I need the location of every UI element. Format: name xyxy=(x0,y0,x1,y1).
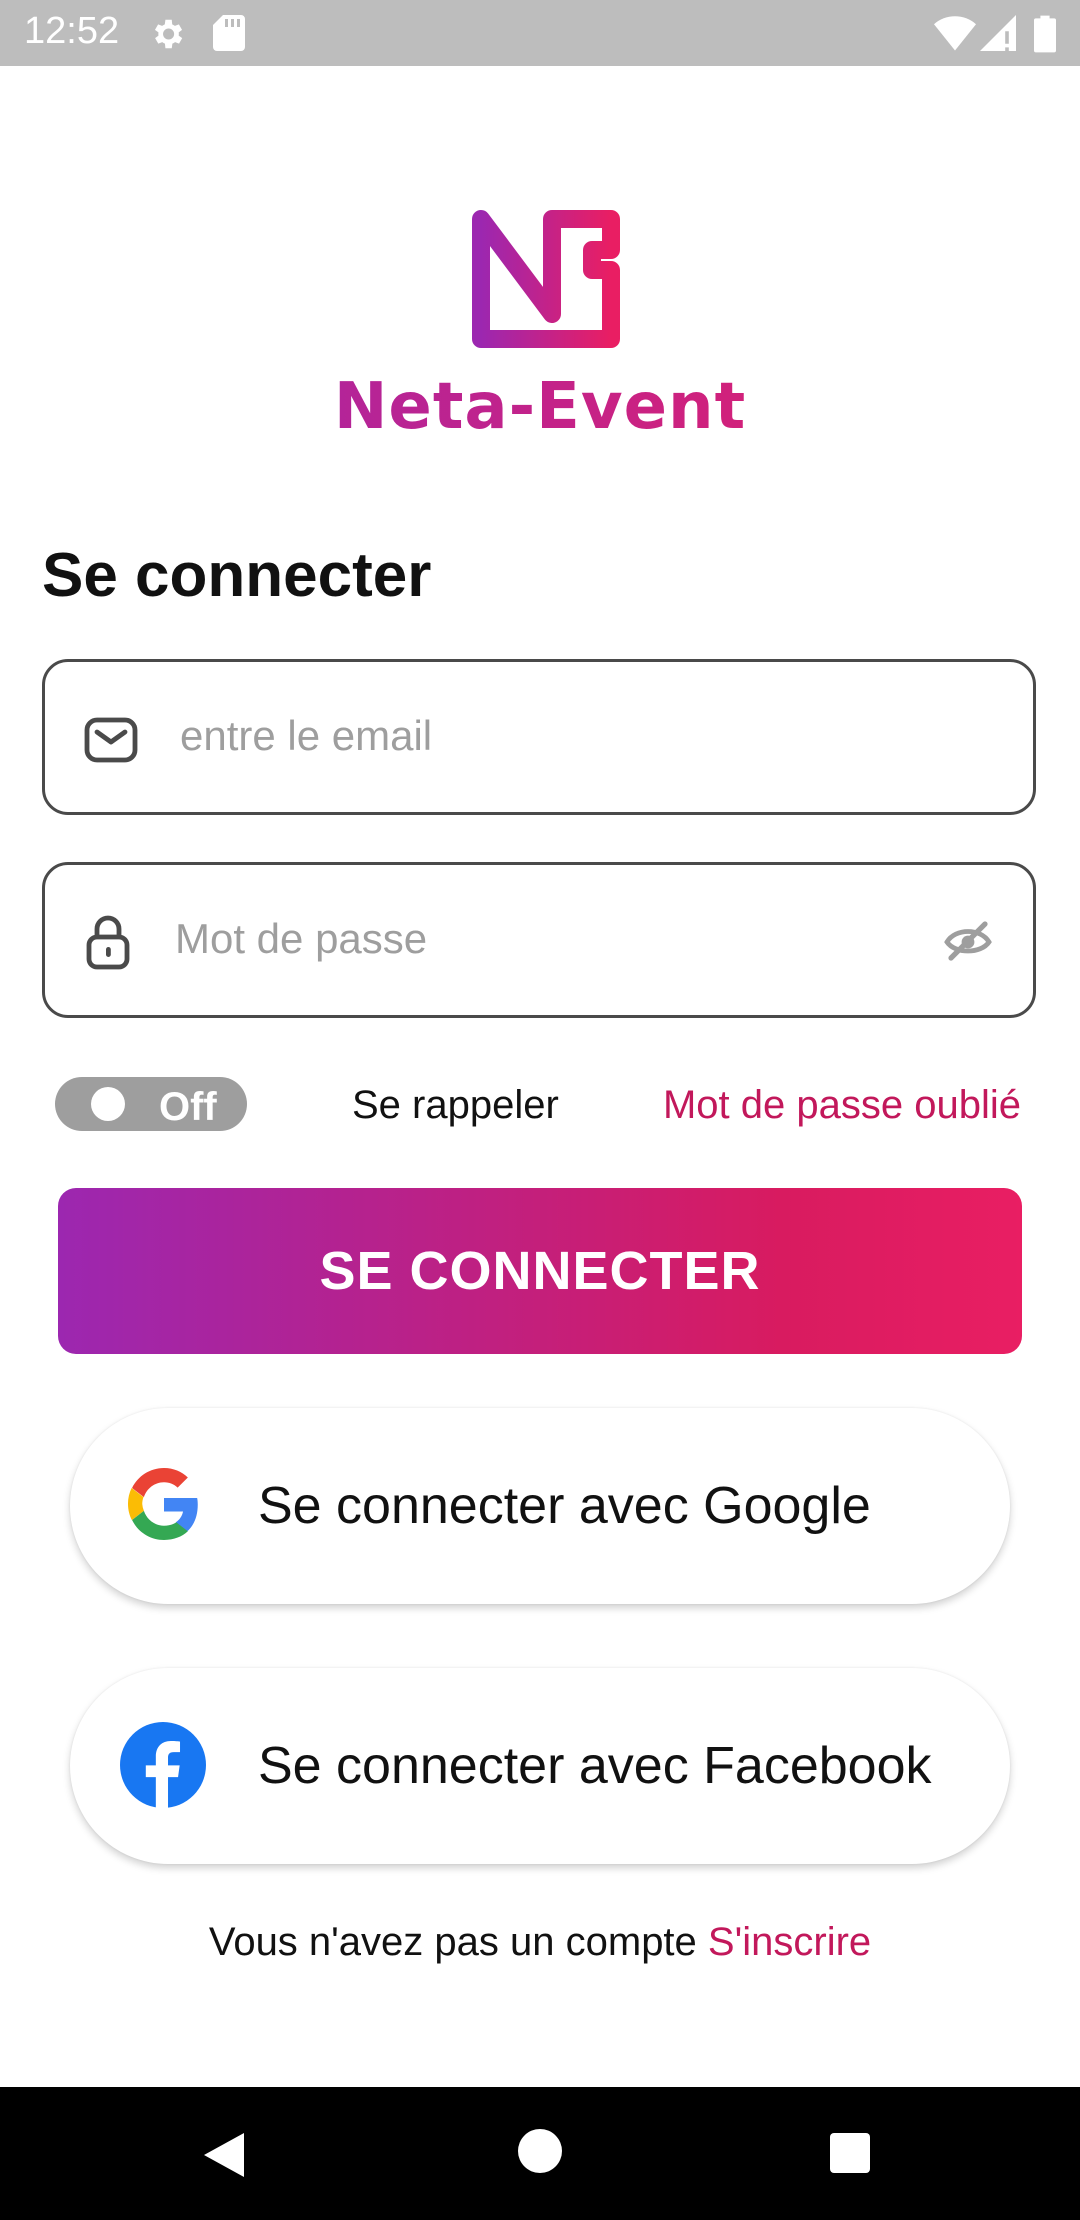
password-field[interactable]: Mot de passe xyxy=(42,862,1036,1018)
wifi-icon xyxy=(934,15,976,56)
battery-icon xyxy=(1034,15,1056,58)
back-icon[interactable] xyxy=(200,2129,248,2186)
email-placeholder: entre le email xyxy=(180,712,433,759)
brand-name: Neta-Event xyxy=(0,370,1080,444)
toggle-state-label: off xyxy=(159,1085,217,1129)
recents-icon[interactable] xyxy=(828,2131,872,2180)
signup-text: Vous n'avez pas un compte xyxy=(208,1920,697,1964)
options-row: off Se rappeler Mot de passe oublié xyxy=(0,1075,1080,1135)
google-login-label: Se connecter avec Google xyxy=(258,1477,871,1535)
page-title: Se connecter xyxy=(42,541,432,610)
sd-card-icon xyxy=(213,15,245,56)
signup-link[interactable]: S'inscrire xyxy=(708,1920,871,1964)
lock-icon xyxy=(85,915,131,976)
signup-prompt: Vous n'avez pas un compte S'inscrire xyxy=(0,1920,1080,1965)
home-icon[interactable] xyxy=(518,2129,562,2178)
facebook-icon xyxy=(120,1722,206,1813)
mail-icon xyxy=(83,716,139,769)
password-placeholder: Mot de passe xyxy=(175,915,428,962)
google-icon xyxy=(127,1468,200,1545)
forgot-password-link[interactable]: Mot de passe oublié xyxy=(663,1083,1021,1128)
logo-mark xyxy=(472,210,620,348)
status-bar: 12:52 xyxy=(0,0,1080,66)
toggle-knob xyxy=(91,1087,125,1121)
clock: 12:52 xyxy=(24,10,120,52)
email-field[interactable]: entre le email xyxy=(42,659,1036,815)
signal-icon xyxy=(980,15,1016,56)
eye-off-icon[interactable] xyxy=(943,920,993,967)
facebook-login-label: Se connecter avec Facebook xyxy=(258,1737,932,1795)
navigation-bar xyxy=(0,2087,1080,2220)
google-login-button[interactable]: Se connecter avec Google xyxy=(70,1408,1010,1604)
remember-label: Se rappeler xyxy=(352,1083,559,1127)
login-button[interactable]: SE CONNECTER xyxy=(58,1188,1022,1354)
remember-toggle[interactable]: off xyxy=(55,1077,247,1131)
facebook-login-button[interactable]: Se connecter avec Facebook xyxy=(70,1668,1010,1864)
gear-icon xyxy=(148,15,186,58)
